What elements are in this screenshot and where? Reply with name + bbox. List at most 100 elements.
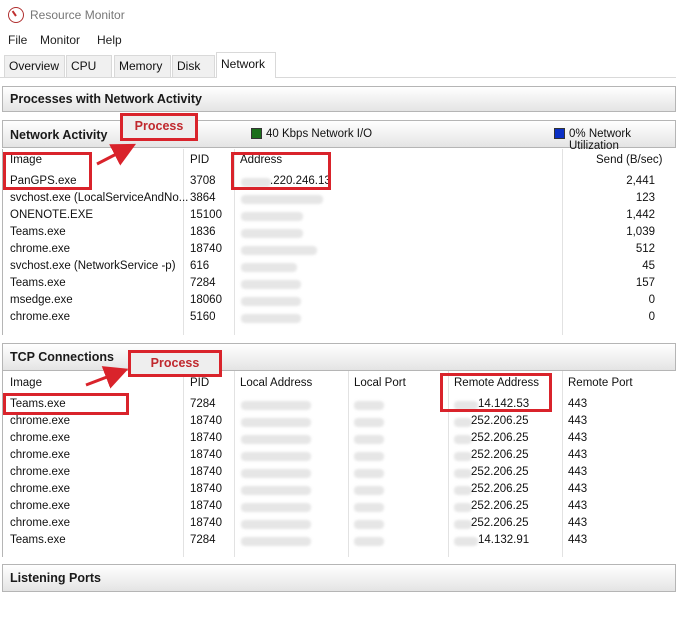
column-header-pid[interactable]: PID bbox=[190, 377, 209, 389]
tab-memory[interactable]: Memory bbox=[114, 55, 171, 77]
connection-remote-port: 443 bbox=[568, 415, 588, 427]
connection-image: chrome.exe bbox=[10, 449, 71, 461]
connection-image: Teams.exe bbox=[10, 534, 66, 546]
column-header-local-address[interactable]: Local Address bbox=[240, 377, 312, 389]
connection-remote-address: 252.206.25 bbox=[471, 466, 529, 478]
connection-pid: 18740 bbox=[190, 432, 222, 444]
redacted-local-address bbox=[241, 401, 311, 410]
process-send: 123 bbox=[635, 192, 655, 204]
column-separator bbox=[234, 371, 235, 557]
menu-help[interactable]: Help bbox=[97, 33, 122, 47]
connection-remote-port: 443 bbox=[568, 517, 588, 529]
network-activity-header[interactable]: Network Activity 40 Kbps Network I/O 0% … bbox=[2, 120, 676, 152]
connection-pid: 18740 bbox=[190, 449, 222, 461]
address-column-highlight bbox=[231, 152, 331, 190]
connection-remote-port: 443 bbox=[568, 432, 588, 444]
process-pid: 15100 bbox=[190, 209, 222, 221]
tab-overview[interactable]: Overview bbox=[4, 55, 65, 77]
processes-section-header[interactable]: Processes with Network Activity bbox=[2, 86, 676, 112]
column-header-remote-port[interactable]: Remote Port bbox=[568, 377, 633, 389]
process-callout: Process bbox=[128, 350, 222, 377]
process-image: svchost.exe (NetworkService -p) bbox=[10, 260, 176, 272]
redacted-local-port bbox=[354, 435, 384, 444]
connection-remote-address: 252.206.25 bbox=[471, 483, 529, 495]
process-pid: 616 bbox=[190, 260, 210, 272]
connection-remote-port: 443 bbox=[568, 398, 588, 410]
menu-file[interactable]: File bbox=[8, 33, 27, 47]
connection-remote-address: 252.206.25 bbox=[471, 449, 529, 461]
menu-monitor[interactable]: Monitor bbox=[40, 33, 80, 47]
process-send: 2,441 bbox=[626, 175, 655, 187]
redacted-local-address bbox=[241, 418, 311, 427]
process-pid: 7284 bbox=[190, 277, 216, 289]
redacted-local-port bbox=[354, 486, 384, 495]
connection-image: chrome.exe bbox=[10, 466, 71, 478]
connection-remote-port: 443 bbox=[568, 449, 588, 461]
connection-pid: 7284 bbox=[190, 534, 216, 546]
network-io-legend-swatch bbox=[251, 128, 262, 139]
process-pid: 18060 bbox=[190, 294, 222, 306]
column-header-local-port[interactable]: Local Port bbox=[354, 377, 406, 389]
redacted-local-port bbox=[354, 418, 384, 427]
redacted-local-address bbox=[241, 537, 311, 546]
process-send: 0 bbox=[648, 311, 655, 323]
redacted-local-address bbox=[241, 435, 311, 444]
connection-remote-address: 252.206.25 bbox=[471, 415, 529, 427]
redacted-remote-prefix bbox=[454, 537, 478, 546]
process-image: ONENOTE.EXE bbox=[10, 209, 94, 221]
redacted-local-port bbox=[354, 503, 384, 512]
listening-ports-header[interactable]: Listening Ports bbox=[2, 564, 676, 592]
tab-network[interactable]: Network bbox=[216, 52, 276, 78]
connection-image: chrome.exe bbox=[10, 517, 71, 529]
redacted-remote-prefix bbox=[454, 486, 472, 495]
redacted-local-port bbox=[354, 401, 384, 410]
connection-remote-port: 443 bbox=[568, 466, 588, 478]
column-separator bbox=[562, 371, 563, 557]
redacted-local-address bbox=[241, 452, 311, 461]
connection-remote-port: 443 bbox=[568, 500, 588, 512]
connection-image: chrome.exe bbox=[10, 483, 71, 495]
redacted-address bbox=[241, 195, 323, 204]
tab-bar: Overview CPU Memory Disk Network bbox=[0, 52, 676, 78]
process-pid: 5160 bbox=[190, 311, 216, 323]
process-send: 0 bbox=[648, 294, 655, 306]
redacted-local-address bbox=[241, 486, 311, 495]
redacted-remote-prefix bbox=[454, 418, 472, 427]
column-separator bbox=[348, 371, 349, 557]
redacted-local-port bbox=[354, 520, 384, 529]
redacted-local-port bbox=[354, 537, 384, 546]
process-pid: 3708 bbox=[190, 175, 216, 187]
redacted-address bbox=[241, 314, 301, 323]
redacted-local-address bbox=[241, 469, 311, 478]
tab-cpu[interactable]: CPU bbox=[66, 55, 112, 77]
column-header-image[interactable]: Image bbox=[10, 377, 42, 389]
tab-disk[interactable]: Disk bbox=[172, 55, 215, 77]
process-send: 1,039 bbox=[626, 226, 655, 238]
column-separator bbox=[183, 371, 184, 557]
redacted-address bbox=[241, 297, 301, 306]
section-title: Processes with Network Activity bbox=[10, 92, 202, 106]
process-pid: 1836 bbox=[190, 226, 216, 238]
connection-pid: 18740 bbox=[190, 483, 222, 495]
connection-pid: 18740 bbox=[190, 415, 222, 427]
redacted-address bbox=[241, 212, 303, 221]
connection-remote-address: 252.206.25 bbox=[471, 517, 529, 529]
connection-remote-address: 252.206.25 bbox=[471, 500, 529, 512]
redacted-address bbox=[241, 229, 303, 238]
tcp-connections-header[interactable]: TCP Connections bbox=[2, 343, 676, 371]
redacted-address bbox=[241, 280, 301, 289]
process-send: 512 bbox=[635, 243, 655, 255]
process-send: 157 bbox=[635, 277, 655, 289]
process-image: chrome.exe bbox=[10, 243, 71, 255]
network-activity-table: Image PID Address Send (B/sec) PanGPS.ex… bbox=[2, 149, 676, 335]
menu-bar: File Monitor Help bbox=[0, 31, 676, 51]
title-bar: Resource Monitor bbox=[0, 0, 676, 30]
redacted-remote-prefix bbox=[454, 435, 472, 444]
process-image: svchost.exe (LocalServiceAndNo... bbox=[10, 192, 189, 204]
connection-image: chrome.exe bbox=[10, 500, 71, 512]
network-utilization-legend-swatch bbox=[554, 128, 565, 139]
column-header-pid[interactable]: PID bbox=[190, 154, 209, 166]
connection-pid: 18740 bbox=[190, 500, 222, 512]
column-header-send[interactable]: Send (B/sec) bbox=[596, 154, 662, 166]
process-pid: 3864 bbox=[190, 192, 216, 204]
